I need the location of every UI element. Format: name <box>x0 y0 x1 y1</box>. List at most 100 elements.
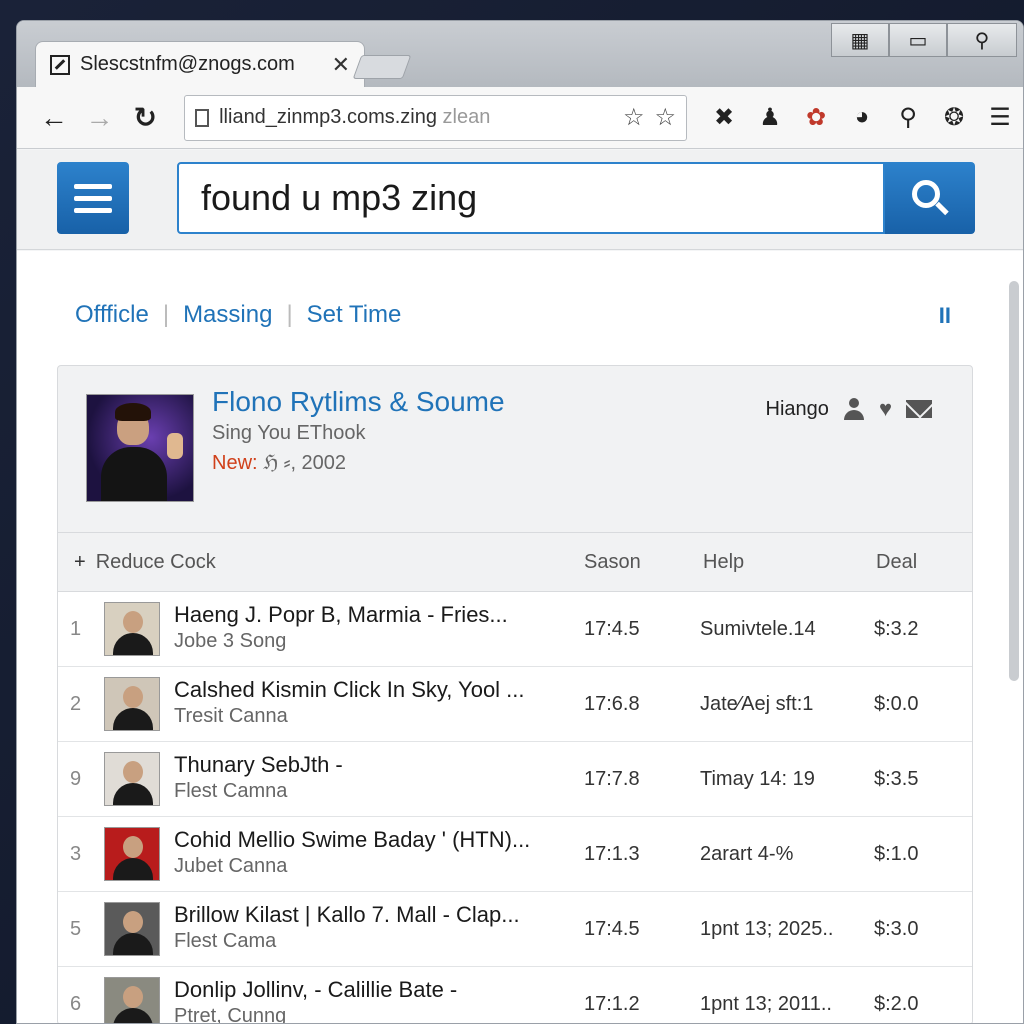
menu-hamburger-button[interactable] <box>57 162 129 234</box>
subnav-item-massing[interactable]: Massing <box>183 301 272 329</box>
browser-window: Slescstnfm@znogs.com ✕ ▦ ▭ ⚲ ← → ↻ llian… <box>16 20 1024 1024</box>
subnav-item-offficle[interactable]: Offficle <box>75 301 149 329</box>
track-deal[interactable]: $:3.2 <box>874 618 918 641</box>
forward-arrow-icon[interactable]: → <box>77 102 123 134</box>
track-deal[interactable]: $:3.5 <box>874 768 918 791</box>
track-number: 1 <box>70 618 82 640</box>
track-help: Timay 14: 19 <box>700 768 815 790</box>
track-title[interactable]: Donlip Jollinv, - Calillie Bate - <box>174 977 457 1003</box>
tab-strip: Slescstnfm@znogs.com ✕ ▦ ▭ ⚲ <box>17 21 1023 87</box>
shield-extension-icon[interactable]: ◕ <box>839 103 885 132</box>
track-title[interactable]: Cohid Mellio Swime Baday ' (HTN)... <box>174 827 530 853</box>
extensions-bar: ✖ ♟ ✿ ◕ ⚲ ❂ ☰ <box>701 103 1023 132</box>
subnav-item-set-time[interactable]: Set Time <box>307 301 402 329</box>
track-deal[interactable]: $:0.0 <box>874 693 918 716</box>
column-header-title[interactable]: + Reduce Cock <box>74 551 216 574</box>
sub-navigation: Offficle | Massing | Set Time <box>75 301 401 329</box>
track-thumbnail-image[interactable] <box>104 677 160 731</box>
track-number: 6 <box>70 993 82 1015</box>
track-help: Sumivtele.14 <box>700 618 816 640</box>
track-season: 17:7.8 <box>584 768 640 790</box>
browser-tab[interactable]: Slescstnfm@znogs.com ✕ <box>35 41 365 87</box>
window-minimize-button[interactable]: ▭ <box>889 23 947 57</box>
bookmark-star-icon-2[interactable]: ☆ <box>654 103 676 132</box>
track-help: 2arart 4-% <box>700 843 794 865</box>
track-number: 5 <box>70 918 82 940</box>
user-name[interactable]: Hiango <box>766 398 829 421</box>
album-release-info: New: ℌ ⸗, 2002 <box>212 450 346 475</box>
album-cover-image[interactable] <box>86 394 194 502</box>
column-header-season[interactable]: Sason <box>584 551 641 574</box>
browser-menu-icon[interactable]: ☰ <box>977 103 1023 132</box>
search-extension-icon[interactable]: ⚲ <box>885 103 931 132</box>
release-date: ℌ ⸗, 2002 <box>257 452 347 474</box>
track-artist[interactable]: Jubet Canna <box>174 855 287 878</box>
table-row[interactable]: 3 Cohid Mellio Swime Baday ' (HTN)... Jube… <box>58 817 972 892</box>
track-help: 1pnt 13; 2011.. <box>700 993 832 1015</box>
track-deal[interactable]: $:2.0 <box>874 993 918 1016</box>
subnav-divider: | <box>286 301 293 328</box>
track-title[interactable]: Thunary SebJth - <box>174 752 343 778</box>
track-title[interactable]: Haeng J. Popr B, Marmia - Fries... <box>174 602 508 628</box>
track-thumbnail-image[interactable] <box>104 977 160 1023</box>
track-title[interactable]: Brillow Kilast | Kallo 7. Mall - Clap... <box>174 902 520 928</box>
tab-close-icon[interactable]: ✕ <box>332 52 350 78</box>
main-content: Offficle | Massing | Set Time II Flono R… <box>17 251 1023 1023</box>
track-deal[interactable]: $:3.0 <box>874 918 918 941</box>
search-input[interactable]: found u mp3 zing <box>177 162 885 234</box>
track-season: 17:4.5 <box>584 618 640 640</box>
track-thumbnail-image[interactable] <box>104 902 160 956</box>
column-header-deal[interactable]: Deal <box>876 551 917 574</box>
album-card: Flono Rytlims & Soume Sing You EThook Ne… <box>57 365 973 1023</box>
plus-icon[interactable]: + <box>74 551 86 573</box>
track-title[interactable]: Calshed Kismin Click In Sky, Yool ... <box>174 677 525 703</box>
heart-icon[interactable]: ♥ <box>879 396 892 422</box>
search-button[interactable] <box>885 162 975 234</box>
new-tab-button[interactable] <box>352 55 412 79</box>
table-row[interactable]: 2 Calshed Kismin Click In Sky, Yool ... Tr… <box>58 667 972 742</box>
track-artist[interactable]: Jobe 3 Song <box>174 630 286 653</box>
track-artist[interactable]: Flest Cama <box>174 930 276 953</box>
page-icon <box>195 108 210 127</box>
track-thumbnail-image[interactable] <box>104 602 160 656</box>
search-icon <box>912 180 940 208</box>
tab-title: Slescstnfm@znogs.com <box>80 53 295 75</box>
scrollbar[interactable] <box>1009 281 1019 681</box>
track-help: 1pnt 13; 2025.. <box>700 918 834 940</box>
track-number: 2 <box>70 693 82 715</box>
track-season: 17:4.5 <box>584 918 640 940</box>
colorwheel-extension-icon[interactable]: ✿ <box>793 103 839 132</box>
track-artist[interactable]: Tresit Canna <box>174 705 288 728</box>
browser-toolbar: ← → ↻ lliand_zinmp3.coms.zing zlean ☆ ☆ … <box>17 87 1023 149</box>
table-row[interactable]: 6 Donlip Jollinv, - Calillie Bate - Ptret,… <box>58 967 972 1023</box>
table-row[interactable]: 1 Haeng J. Popr B, Marmia - Fries... Jobe … <box>58 592 972 667</box>
track-artist[interactable]: Ptret, Cunng <box>174 1005 286 1023</box>
address-bar[interactable]: lliand_zinmp3.coms.zing zlean ☆ ☆ <box>184 94 687 141</box>
track-season: 17:6.8 <box>584 693 640 715</box>
column-header-help[interactable]: Help <box>703 551 744 574</box>
album-artist[interactable]: Sing You EThook <box>212 422 365 445</box>
window-tile-button[interactable]: ▦ <box>831 23 889 57</box>
window-pin-button[interactable]: ⚲ <box>947 23 1017 57</box>
back-arrow-icon[interactable]: ← <box>31 102 77 134</box>
table-row[interactable]: 9 Thunary SebJth - Flest Camna 17:7.8 Timay … <box>58 742 972 817</box>
table-row[interactable]: 5 Brillow Kilast | Kallo 7. Mall - Clap..… <box>58 892 972 967</box>
page-favicon-icon <box>50 54 70 75</box>
track-thumbnail-image[interactable] <box>104 827 160 881</box>
mail-icon[interactable] <box>906 400 932 418</box>
album-title[interactable]: Flono Rytlims & Soume <box>212 386 505 418</box>
pause-icon[interactable]: II <box>939 303 951 329</box>
track-deal[interactable]: $:1.0 <box>874 843 918 866</box>
tools-extension-icon[interactable]: ✖ <box>701 103 747 132</box>
new-label: New: <box>212 452 258 474</box>
bookmark-star-icon[interactable]: ☆ <box>623 103 645 132</box>
track-thumbnail-image[interactable] <box>104 752 160 806</box>
stamp-extension-icon[interactable]: ♟ <box>747 103 793 132</box>
site-header: found u mp3 zing <box>17 150 1023 250</box>
window-controls: ▦ ▭ ⚲ <box>831 23 1017 57</box>
track-season: 17:1.3 <box>584 843 640 865</box>
reload-icon[interactable]: ↻ <box>122 101 168 134</box>
track-artist[interactable]: Flest Camna <box>174 780 287 803</box>
user-icon[interactable] <box>843 398 865 420</box>
puzzle-extension-icon[interactable]: ❂ <box>931 103 977 132</box>
